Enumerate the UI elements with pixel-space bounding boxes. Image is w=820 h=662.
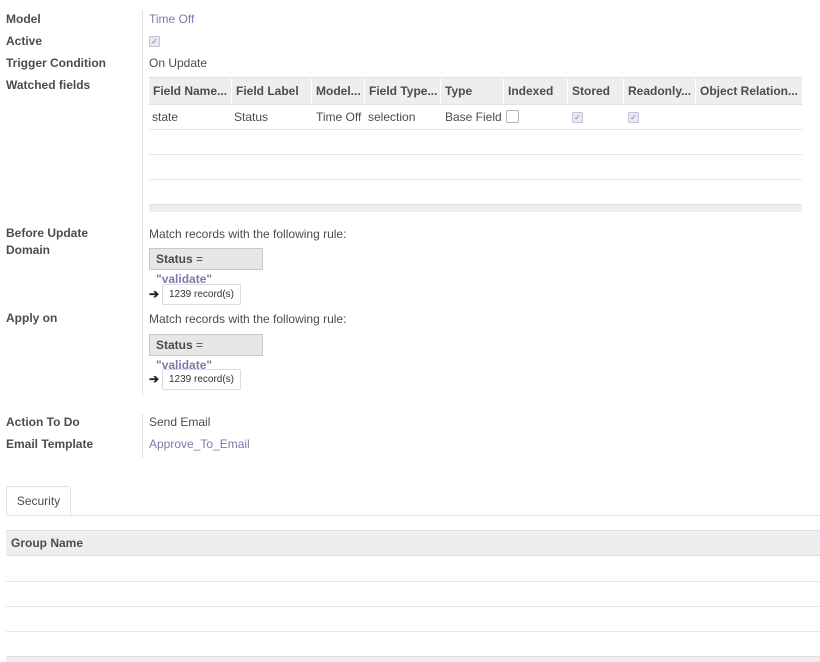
arrow-right-icon: ➔	[149, 287, 160, 301]
model-value[interactable]: Time Off	[149, 12, 194, 26]
cell-field-type: selection	[368, 110, 416, 124]
cell-type: Base Field	[445, 110, 502, 124]
table-footer	[149, 204, 802, 212]
arrow-right-icon: ➔	[149, 372, 160, 386]
active-label: Active	[6, 34, 43, 48]
cell-field-label: Status	[234, 110, 269, 124]
cell-model: Time Off	[316, 110, 362, 124]
col-object-relation[interactable]: Object Relation...	[696, 78, 802, 104]
before-update-rule[interactable]: Status = "validate"	[149, 248, 263, 286]
col-model[interactable]: Model...	[312, 78, 365, 104]
col-field-label[interactable]: Field Label	[232, 78, 312, 104]
col-indexed[interactable]: Indexed	[504, 78, 568, 104]
action-to-do-label: Action To Do	[6, 415, 80, 429]
before-update-intro: Match records with the following rule:	[149, 227, 347, 241]
rule-field: Status	[156, 252, 193, 266]
col-group-name[interactable]: Group Name	[11, 531, 83, 555]
before-update-domain-label: Before Update Domain	[6, 225, 88, 259]
table-header: Field Name... Field Label Model... Field…	[149, 77, 802, 105]
model-label: Model	[6, 12, 41, 26]
readonly-checkbox[interactable]: ✓	[628, 112, 639, 123]
col-readonly[interactable]: Readonly...	[624, 78, 696, 104]
tab-divider	[6, 515, 820, 516]
rule-operator: =	[196, 338, 204, 352]
apply-on-rule[interactable]: Status = "validate"	[149, 334, 263, 372]
before-update-records-button[interactable]: 1239 record(s)	[162, 284, 241, 305]
col-stored[interactable]: Stored	[568, 78, 624, 104]
rule-operator: =	[196, 252, 204, 266]
row-divider	[6, 631, 820, 632]
apply-on-intro: Match records with the following rule:	[149, 312, 347, 326]
row-divider	[149, 179, 802, 180]
cell-field-name: state	[152, 110, 179, 124]
row-divider	[149, 154, 802, 155]
trigger-condition-label: Trigger Condition	[6, 56, 106, 70]
email-template-link[interactable]: Approve_To_Email	[149, 437, 250, 451]
tab-security[interactable]: Security	[6, 486, 71, 516]
apply-on-records-button[interactable]: 1239 record(s)	[162, 369, 241, 390]
row-divider	[149, 129, 802, 130]
row-divider	[6, 581, 820, 582]
rule-field: Status	[156, 338, 193, 352]
group-table-header: Group Name	[6, 530, 820, 556]
before-update-label-line1: Before Update	[6, 226, 89, 240]
active-checkbox[interactable]: ✓	[149, 36, 160, 47]
col-field-name[interactable]: Field Name...	[149, 78, 232, 104]
row-divider	[6, 606, 820, 607]
indexed-checkbox[interactable]	[506, 110, 519, 123]
label-separator	[142, 10, 143, 396]
col-field-type[interactable]: Field Type...	[365, 78, 441, 104]
before-update-label-line2: Domain	[6, 243, 51, 257]
email-template-label: Email Template	[6, 437, 94, 451]
col-type[interactable]: Type	[441, 78, 504, 104]
watched-fields-label: Watched fields	[6, 78, 91, 92]
apply-on-label: Apply on	[6, 311, 58, 325]
trigger-condition-value[interactable]: On Update	[149, 56, 207, 70]
label-separator-lower	[142, 414, 143, 458]
group-table-footer	[6, 656, 820, 662]
action-to-do-value[interactable]: Send Email	[149, 415, 210, 429]
stored-checkbox[interactable]: ✓	[572, 112, 583, 123]
